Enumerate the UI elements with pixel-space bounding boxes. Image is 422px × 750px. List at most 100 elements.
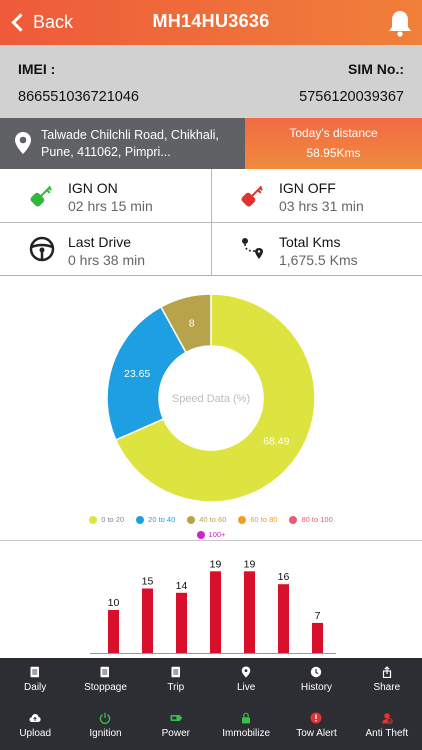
total-kms-value: 1,675.5 Kms bbox=[279, 252, 358, 268]
bar-value-label: 10 bbox=[108, 597, 120, 609]
legend-label: 20 to 40 bbox=[148, 515, 176, 524]
sim-label: SIM No.: bbox=[348, 61, 404, 77]
trip-icon bbox=[171, 666, 180, 678]
bar-chart: 10 15 14 19 19 16 7 bbox=[90, 558, 336, 654]
distance-value: 58.95Kms bbox=[306, 146, 361, 160]
legend-label: 80 to 100 bbox=[301, 515, 333, 524]
donut-slice-label: 68.49 bbox=[263, 436, 289, 448]
bottom-nav-row-1: Daily Stoppage Trip Live History Share bbox=[0, 658, 422, 704]
live-icon bbox=[241, 666, 251, 678]
legend-item[interactable]: 0 to 20 bbox=[89, 515, 124, 524]
bell-icon[interactable] bbox=[387, 9, 413, 37]
stats-grid: IGN ON 02 hrs 15 min IGN OFF 03 hrs 31 m… bbox=[0, 169, 422, 276]
location-panel[interactable]: Talwade Chilchli Road, Chikhali, Pune, 4… bbox=[0, 118, 245, 169]
speed-chart-legend: 0 to 20 20 to 40 40 to 60 60 to 80 80 to 100… bbox=[0, 512, 422, 542]
nav-immobilize-button[interactable]: Immobilize bbox=[211, 704, 281, 750]
share-icon bbox=[382, 666, 391, 678]
nav-live-button[interactable]: Live bbox=[211, 658, 281, 704]
nav-label: History bbox=[300, 682, 333, 693]
nav-upload-button[interactable]: Upload bbox=[0, 704, 70, 750]
bottom-navigation: Daily Stoppage Trip Live History Share Upload… bbox=[0, 658, 422, 750]
speed-chart-section: 68.49 23.65 8 Speed Data (%) 0 to 20 20 to 4… bbox=[0, 284, 422, 540]
total-kms-card: Total Kms 1,675.5 Kms bbox=[211, 223, 422, 276]
legend-item[interactable]: 20 to 40 bbox=[136, 515, 175, 524]
nav-label: Live bbox=[236, 682, 256, 693]
legend-label: 40 to 60 bbox=[199, 515, 227, 524]
legend-item[interactable]: 80 to 100 bbox=[289, 515, 333, 524]
legend-swatch bbox=[136, 515, 145, 524]
bar-value-label: 15 bbox=[142, 576, 154, 588]
daily-icon bbox=[30, 666, 40, 678]
nav-label: Upload bbox=[19, 728, 52, 739]
nav-anti-theft-button[interactable]: Anti Theft bbox=[352, 704, 422, 750]
legend-swatch bbox=[89, 515, 98, 524]
legend-swatch bbox=[289, 515, 298, 524]
nav-stoppage-button[interactable]: Stoppage bbox=[70, 658, 140, 704]
donut-center-title: Speed Data (%) bbox=[172, 393, 250, 405]
bar-value-label: 14 bbox=[176, 580, 188, 592]
legend-swatch bbox=[238, 515, 247, 524]
bar-0 bbox=[108, 610, 119, 653]
app-header: Back MH14HU3636 bbox=[0, 0, 422, 45]
donut-slice-label: 23.65 bbox=[124, 368, 150, 380]
last-drive-title: Last Drive bbox=[68, 234, 132, 250]
map-pin-icon bbox=[15, 132, 31, 154]
device-info-panel: IMEI : SIM No.: 866551036721046 57561200… bbox=[0, 45, 422, 118]
sim-value: 5756120039367 bbox=[299, 89, 404, 105]
ign-on-card: IGN ON 02 hrs 15 min bbox=[0, 169, 211, 222]
bar-value-label: 7 bbox=[315, 610, 321, 622]
bar-chart-section: 10 15 14 19 19 16 7 bbox=[0, 541, 422, 658]
ignition-icon bbox=[100, 712, 111, 724]
stoppage-icon bbox=[100, 666, 110, 678]
nav-daily-button[interactable]: Daily bbox=[0, 658, 70, 704]
legend-item[interactable]: 60 to 80 bbox=[238, 515, 277, 524]
ign-off-card: IGN OFF 03 hrs 31 min bbox=[211, 169, 422, 222]
legend-label: 60 to 80 bbox=[250, 515, 278, 524]
nav-label: Ignition bbox=[89, 728, 122, 739]
key-green-icon bbox=[30, 185, 52, 207]
anti-theft-icon bbox=[381, 713, 393, 724]
upload-icon bbox=[29, 714, 41, 722]
address-text: Talwade Chilchli Road, Chikhali, Pune, 4… bbox=[41, 128, 219, 159]
ign-on-title: IGN ON bbox=[68, 180, 118, 196]
nav-trip-button[interactable]: Trip bbox=[141, 658, 211, 704]
immobilize-icon bbox=[242, 712, 251, 724]
ign-on-value: 02 hrs 15 min bbox=[68, 198, 153, 214]
bar-4 bbox=[244, 571, 255, 653]
bar-value-label: 16 bbox=[278, 571, 290, 583]
nav-share-button[interactable]: Share bbox=[352, 658, 422, 704]
bar-value-label: 19 bbox=[244, 558, 256, 570]
key-red-icon bbox=[241, 185, 263, 207]
page-title: MH14HU3636 bbox=[152, 11, 270, 31]
donut-slice-label: 8 bbox=[189, 317, 195, 329]
ign-off-value: 03 hrs 31 min bbox=[279, 198, 364, 214]
nav-tow-alert-button[interactable]: Tow Alert bbox=[281, 704, 351, 750]
history-icon bbox=[311, 666, 322, 678]
nav-label: Power bbox=[161, 728, 190, 739]
ign-off-title: IGN OFF bbox=[279, 180, 336, 196]
legend-item[interactable]: 100+ bbox=[196, 530, 225, 539]
legend-swatch bbox=[187, 515, 196, 524]
last-drive-value: 0 hrs 38 min bbox=[68, 252, 146, 268]
total-kms-title: Total Kms bbox=[279, 234, 341, 250]
nav-label: Immobilize bbox=[222, 728, 271, 739]
nav-label: Share bbox=[373, 682, 401, 693]
stats-divider-h bbox=[0, 222, 422, 223]
legend-item[interactable]: 40 to 60 bbox=[187, 515, 226, 524]
nav-history-button[interactable]: History bbox=[281, 658, 351, 704]
legend-label: 0 to 20 bbox=[101, 515, 125, 524]
bar-1 bbox=[142, 588, 153, 653]
nav-label: Tow Alert bbox=[296, 728, 337, 739]
todays-distance-panel: Today's distance 58.95Kms bbox=[245, 118, 422, 169]
nav-power-button[interactable]: Power bbox=[141, 704, 211, 750]
steering-wheel-icon bbox=[29, 236, 55, 262]
bar-6 bbox=[312, 622, 323, 653]
nav-ignition-button[interactable]: Ignition bbox=[70, 704, 140, 750]
nav-label: Daily bbox=[24, 682, 47, 693]
bar-5 bbox=[278, 584, 289, 653]
tow-alert-icon bbox=[310, 712, 322, 724]
last-drive-card: Last Drive 0 hrs 38 min bbox=[0, 223, 211, 276]
bar-3 bbox=[210, 571, 221, 653]
bar-2 bbox=[176, 592, 187, 653]
nav-label: Anti Theft bbox=[365, 728, 409, 739]
